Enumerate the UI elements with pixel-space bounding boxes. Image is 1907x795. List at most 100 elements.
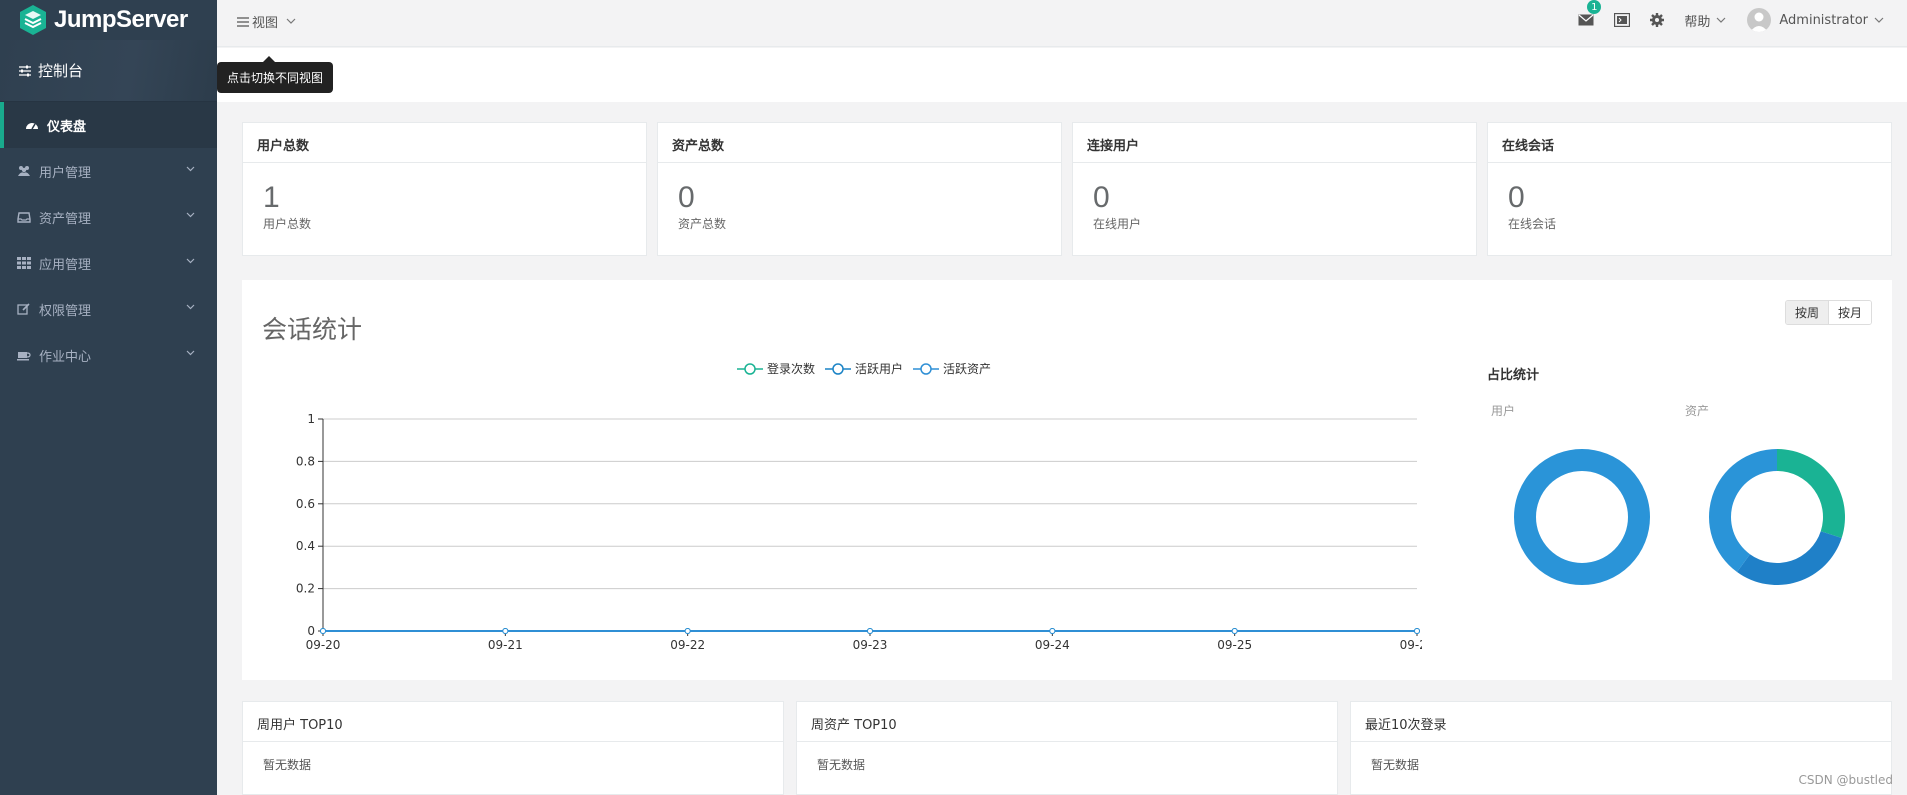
sliders-icon [19,65,31,76]
sidebar-item-assets[interactable]: 资产管理 [0,194,217,240]
user-name: Administrator [1779,12,1868,28]
sidebar-nav: 仪表盘 用户管理 资产管理 应用管理 权限管理 作业中心 [0,102,217,378]
user-avatar-icon [1750,12,1769,32]
chevron-down-icon [186,350,195,356]
brand-logo[interactable]: JumpServer [0,0,217,40]
x-tick-label: 09-22 [670,638,705,652]
stat-card-title: 用户总数 [243,123,646,163]
donut-slice-1 [1737,531,1842,585]
stat-card-title: 资产总数 [658,123,1061,163]
series-point-2 [1231,628,1238,634]
view-switch-tooltip: 点击切换不同视图 [217,56,333,93]
stat-card-label: 在线会话 [1508,217,1557,231]
card-title: 周用户 TOP10 [243,702,783,742]
grid-icon [17,257,31,269]
sidebar-item-permissions[interactable]: 权限管理 [0,286,217,332]
stat-card-online-sessions: 在线会话 0 在线会话 [1487,122,1892,256]
x-tick-label: 09-26 [1400,638,1422,652]
view-switch-button[interactable]: 视图 [237,12,301,31]
ratio-label-users: 用户 [1491,404,1516,418]
sidebar-item-label: 仪表盘 [47,119,87,135]
chevron-down-icon [186,212,195,218]
sidebar-item-jobs[interactable]: 作业中心 [0,332,217,378]
period-toggle: 按周 按月 [1784,300,1872,325]
settings-button[interactable] [1650,13,1665,27]
chevron-down-icon [186,304,195,310]
donut-slice-2 [1709,449,1777,573]
x-tick-label: 09-20 [306,638,341,652]
stat-card-title: 在线会话 [1488,123,1891,163]
stat-card-label: 资产总数 [678,217,727,231]
sidebar-item-users[interactable]: 用户管理 [0,148,217,194]
chevron-down-icon [186,166,195,172]
mail-button[interactable]: 1 [1578,0,1602,26]
toggle-month-button[interactable]: 按月 [1828,301,1871,324]
series-point-2 [867,628,873,634]
jumpserver-logo-icon [20,5,46,35]
sidebar-item-label: 资产管理 [39,211,92,227]
page-header-band [217,48,1907,102]
session-line-chart: 0 0.2 0.4 0.6 0.8 1 09-20 09-21 09-22 09-23 09-24 0… [296,412,1422,652]
y-tick-label: 0.8 [296,454,315,468]
stat-card-value: 0 [1508,181,1525,214]
x-tick-label: 09-23 [853,638,888,652]
help-menu[interactable]: 帮助 [1684,11,1727,30]
stat-card-label: 用户总数 [263,217,312,231]
x-tick-label: 09-24 [1035,638,1070,652]
series-point-2 [684,628,691,634]
ratio-stats-title: 占比统计 [1487,368,1540,383]
inbox-icon [17,212,31,223]
x-tick-label: 09-21 [488,638,523,652]
sidebar-item-label: 权限管理 [39,303,92,319]
gear-icon [1650,13,1665,27]
donut-slice-0 [1777,449,1845,539]
stat-card-value: 0 [678,181,695,214]
avatar [1747,8,1772,32]
chevron-down-icon [1716,17,1726,23]
y-tick-label: 0.6 [296,497,315,511]
terminal-button[interactable] [1614,13,1631,27]
topbar-actions: 1 帮助 Administrator [1568,0,1907,40]
stat-card-value: 1 [263,181,280,214]
sidebar-item-label: 作业中心 [39,349,92,365]
dashboard-icon [26,123,38,130]
card-title: 最近10次登录 [1351,702,1891,742]
series-point-2 [320,628,326,634]
y-tick-label: 1 [307,412,315,426]
weekly-user-top10-card: 周用户 TOP10 暂无数据 [242,701,784,795]
y-tick-label: 0 [307,624,315,638]
coffee-icon [17,352,31,361]
chevron-down-icon [1874,17,1884,23]
topbar: 视图 1 帮助 Administrator [217,0,1907,47]
series-point-2 [1414,628,1420,634]
sidebar-item-dashboard[interactable]: 仪表盘 [0,102,217,148]
y-tick-label: 0.2 [296,582,315,596]
session-stats-panel: 会话统计 按周 按月 登录次数 活跃用户 活跃资产 0 0.2 0.4 0.6 0.8 1… [242,280,1892,680]
stat-card-users: 用户总数 1 用户总数 [242,122,647,256]
user-menu[interactable]: Administrator [1747,8,1885,32]
envelope-icon [1578,14,1594,26]
view-label: 视图 [252,16,279,31]
stat-card-assets: 资产总数 0 资产总数 [657,122,1062,256]
x-tick-label: 09-25 [1217,638,1252,652]
console-label: 控制台 [38,62,84,80]
weekly-asset-top10-card: 周资产 TOP10 暂无数据 [796,701,1338,795]
console-header[interactable]: 控制台 [0,40,217,102]
sidebar: JumpServer 控制台 仪表盘 用户管理 资产管理 应用管理 权限管理 作… [0,0,217,795]
brand-name: JumpServer [54,6,188,33]
edit-icon [17,303,30,315]
menu-icon [237,16,249,27]
empty-state-text: 暂无数据 [263,758,312,772]
stat-card-title: 连接用户 [1073,123,1476,163]
sidebar-item-apps[interactable]: 应用管理 [0,240,217,286]
sidebar-item-label: 用户管理 [39,165,92,181]
terminal-icon [1614,13,1631,27]
toggle-week-button[interactable]: 按周 [1785,301,1829,324]
mail-badge: 1 [1587,0,1602,14]
empty-state-text: 暂无数据 [817,758,866,772]
help-label: 帮助 [1684,14,1711,30]
sidebar-item-label: 应用管理 [39,257,92,273]
watermark: CSDN @bustled [1798,773,1893,787]
assets-donut-chart [1709,449,1845,585]
chevron-down-icon [186,258,195,264]
